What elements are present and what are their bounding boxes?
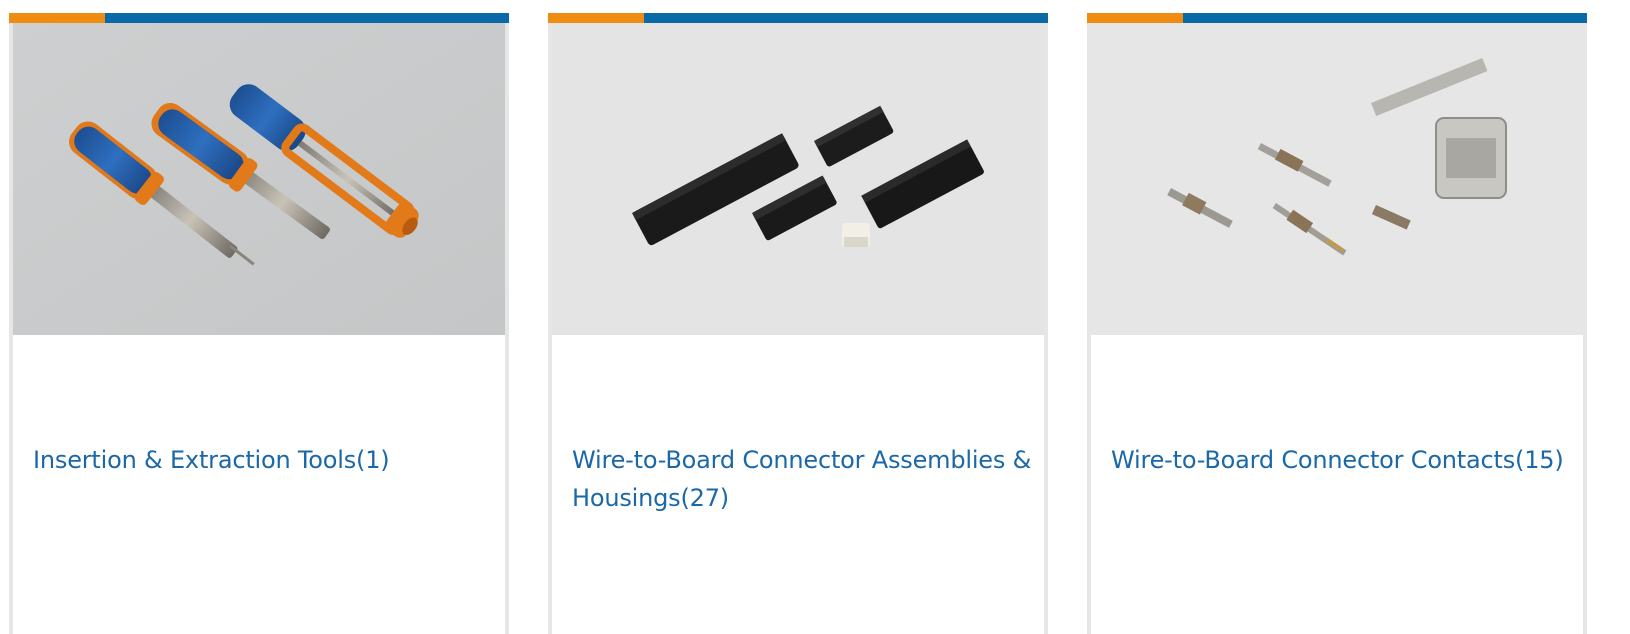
category-title[interactable]: Insertion & Extraction Tools(1) <box>33 441 493 479</box>
category-card-insertion-extraction-tools[interactable]: Insertion & Extraction Tools(1) <box>9 13 509 634</box>
category-card-wire-to-board-contacts[interactable]: Wire-to-Board Connector Contacts(15) <box>1087 13 1587 634</box>
category-card-wire-to-board-assemblies-housings[interactable]: Wire-to-Board Connector Assemblies & Hou… <box>548 13 1048 634</box>
extraction-tools-photo-icon <box>13 23 505 335</box>
accent-orange-segment <box>548 13 644 23</box>
accent-blue-segment <box>1183 13 1587 23</box>
connector-housings-photo-icon <box>552 23 1044 335</box>
card-accent-bar <box>9 13 509 23</box>
extraction-tools-image[interactable] <box>13 23 505 335</box>
card-accent-bar <box>548 13 1048 23</box>
accent-orange-segment <box>1087 13 1183 23</box>
connector-contacts-photo-icon <box>1091 23 1583 335</box>
accent-blue-segment <box>105 13 509 23</box>
card-accent-bar <box>1087 13 1587 23</box>
category-grid: Insertion & Extraction Tools(1) Wire-to-… <box>0 0 1630 634</box>
category-title[interactable]: Wire-to-Board Connector Assemblies & Hou… <box>572 441 1032 517</box>
connector-housings-image[interactable] <box>552 23 1044 335</box>
category-title[interactable]: Wire-to-Board Connector Contacts(15) <box>1111 441 1571 479</box>
connector-contacts-image[interactable] <box>1091 23 1583 335</box>
accent-orange-segment <box>9 13 105 23</box>
accent-blue-segment <box>644 13 1048 23</box>
